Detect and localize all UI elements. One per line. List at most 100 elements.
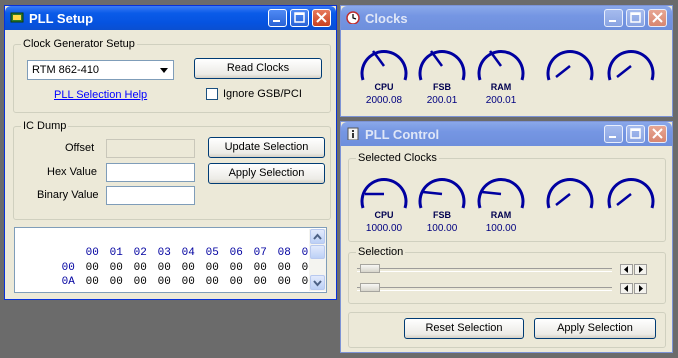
minimize-button[interactable] xyxy=(268,9,287,27)
gauge-value: 100.00 xyxy=(426,223,458,234)
slider-right-button[interactable] xyxy=(634,283,647,294)
selection-slider-track[interactable] xyxy=(357,287,612,291)
gauge-dial-icon xyxy=(546,177,594,209)
hex-byte[interactable]: 00 xyxy=(254,276,278,288)
clock-icon xyxy=(346,11,360,24)
hex-dump-view[interactable]: 00010203040506070809 0000000000000000000… xyxy=(14,227,327,293)
hex-byte[interactable]: 00 xyxy=(158,276,182,288)
gauge-dial-icon xyxy=(360,49,408,81)
chevron-down-icon xyxy=(313,280,322,287)
gauge-label: FSB xyxy=(433,210,451,220)
offset-label: Offset xyxy=(65,142,95,154)
gauge-label: CPU xyxy=(374,210,394,220)
fsb-gauge: FSB 200.01 xyxy=(415,40,469,106)
gauge-value: 1000.00 xyxy=(365,223,403,234)
apply-selection-button[interactable]: Apply Selection xyxy=(208,163,325,184)
ignore-gsb-pci-label: Ignore GSB/PCI xyxy=(223,88,302,100)
selection-slider-thumb[interactable] xyxy=(360,283,380,292)
hex-scrollbar[interactable] xyxy=(309,229,326,291)
gauge-label: RAM xyxy=(490,82,512,92)
hex-value-label: Hex Value xyxy=(47,166,97,178)
maximize-button[interactable] xyxy=(626,9,645,27)
gauge-value: 100.00 xyxy=(485,223,517,234)
window-title: PLL Setup xyxy=(29,11,94,26)
close-button[interactable] xyxy=(648,9,667,27)
window-title: PLL Control xyxy=(365,127,440,142)
arrow-left-icon xyxy=(624,266,628,273)
clocks-window: Clocks CPU 2000.08 FSB 200.01 RAM 200.01 xyxy=(340,5,673,117)
chevron-down-icon[interactable] xyxy=(157,62,171,78)
gauge-dial-icon xyxy=(607,177,655,209)
gauge-value: 200.01 xyxy=(485,95,517,106)
arrow-left-icon xyxy=(624,285,628,292)
minimize-button[interactable] xyxy=(604,9,623,27)
group-label: Selected Clocks xyxy=(356,152,439,164)
gauge-dial-icon xyxy=(477,177,525,209)
hex-byte[interactable]: 00 xyxy=(278,276,302,288)
offset-field xyxy=(106,139,195,158)
selection-group: Selection xyxy=(348,246,666,304)
window-title: Clocks xyxy=(365,11,408,26)
reset-selection-button[interactable]: Reset Selection xyxy=(404,318,524,339)
gauge-value: 2000.08 xyxy=(365,95,403,106)
scroll-up-button[interactable] xyxy=(310,229,325,244)
ram-gauge: RAM 100.00 xyxy=(474,168,528,234)
apply-selection-button[interactable]: Apply Selection xyxy=(534,318,656,339)
gauge-dial-icon xyxy=(546,49,594,81)
arrow-right-icon xyxy=(639,266,643,273)
gauge-label: FSB xyxy=(433,82,451,92)
generator-select-value: RTM 862-410 xyxy=(32,64,100,76)
pll-selection-help-link[interactable]: PLL Selection Help xyxy=(54,89,147,101)
maximize-button[interactable] xyxy=(626,125,645,143)
hex-byte[interactable]: 00 xyxy=(230,276,254,288)
update-selection-button[interactable]: Update Selection xyxy=(208,137,325,158)
binary-value-label: Binary Value xyxy=(37,189,99,201)
gauge-label: CPU xyxy=(374,82,394,92)
close-button[interactable] xyxy=(648,125,667,143)
hex-byte[interactable]: 00 xyxy=(182,276,206,288)
hex-byte[interactable]: 00 xyxy=(110,276,134,288)
clocks-titlebar[interactable]: Clocks xyxy=(341,6,672,30)
hex-byte[interactable]: 00 xyxy=(86,276,110,288)
fsb-gauge: FSB 100.00 xyxy=(415,168,469,234)
group-label: Selection xyxy=(356,246,406,258)
binary-value-field[interactable] xyxy=(106,186,195,205)
read-clocks-button[interactable]: Read Clocks xyxy=(194,58,322,79)
hex-value-field[interactable] xyxy=(106,163,195,182)
arrow-right-icon xyxy=(639,285,643,292)
pll-control-window: PLL Control Selected Clocks CPU 1000.00 … xyxy=(340,121,673,353)
slider-right-button[interactable] xyxy=(634,264,647,275)
slider-left-button[interactable] xyxy=(620,264,633,275)
unlabeled-gauge xyxy=(543,168,597,234)
hex-row-address: 0A xyxy=(61,276,75,288)
pll-setup-window: PLL Setup Clock Generator Setup RTM 862-… xyxy=(4,5,337,300)
pll-control-titlebar[interactable]: PLL Control xyxy=(341,122,672,146)
chip-icon xyxy=(10,12,24,23)
gauge-dial-icon xyxy=(418,177,466,209)
hex-byte[interactable]: 00 xyxy=(134,276,158,288)
gauge-dial-icon xyxy=(418,49,466,81)
ignore-gsb-pci-checkbox[interactable] xyxy=(206,88,218,100)
group-label: IC Dump xyxy=(21,120,69,132)
selection-slider-track[interactable] xyxy=(357,268,612,272)
maximize-button[interactable] xyxy=(290,9,309,27)
scroll-down-button[interactable] xyxy=(310,275,325,290)
pll-setup-titlebar[interactable]: PLL Setup xyxy=(5,6,336,30)
gauge-dial-icon xyxy=(607,49,655,81)
info-icon xyxy=(347,127,359,140)
chevron-up-icon xyxy=(313,233,322,240)
selection-slider-thumb[interactable] xyxy=(360,264,380,273)
slider-left-button[interactable] xyxy=(620,283,633,294)
cpu-gauge: CPU 1000.00 xyxy=(357,168,411,234)
minimize-button[interactable] xyxy=(604,125,623,143)
gauge-value: 200.01 xyxy=(426,95,458,106)
unlabeled-gauge xyxy=(604,40,658,106)
hex-byte[interactable]: 00 xyxy=(206,276,230,288)
generator-select[interactable]: RTM 862-410 xyxy=(27,60,174,80)
scroll-thumb[interactable] xyxy=(310,245,325,259)
gauge-label: RAM xyxy=(490,210,512,220)
close-button[interactable] xyxy=(312,9,331,27)
group-label: Clock Generator Setup xyxy=(21,38,137,50)
cpu-gauge: CPU 2000.08 xyxy=(357,40,411,106)
unlabeled-gauge xyxy=(604,168,658,234)
